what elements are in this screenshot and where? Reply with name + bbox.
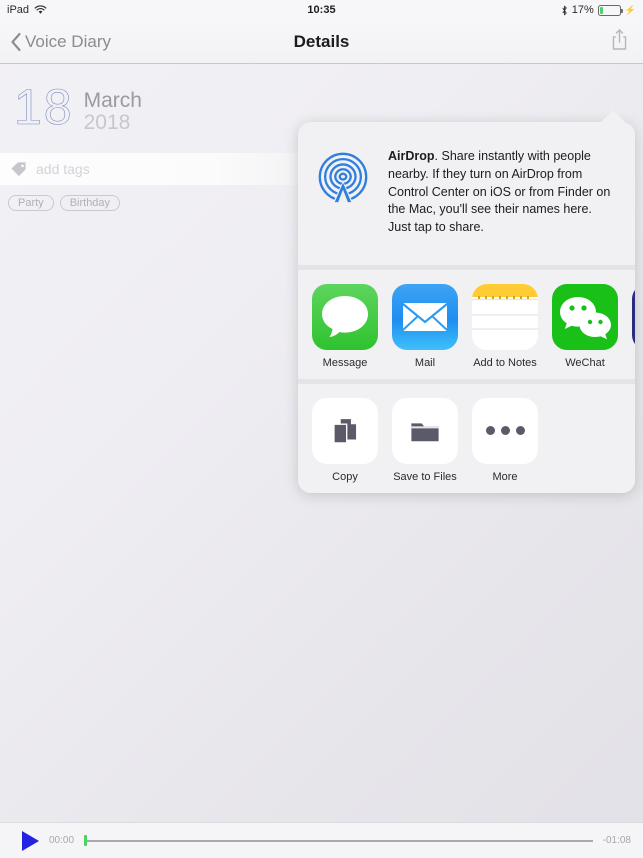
share-actions-section: Copy Save to Files More (298, 383, 635, 493)
date-month-year: March 2018 (83, 89, 142, 135)
cutoff-app-icon (632, 283, 635, 350)
share-app-label: Message (322, 356, 368, 369)
battery-icon (597, 4, 623, 16)
airdrop-section[interactable]: AirDrop. Share instantly with people nea… (298, 122, 635, 265)
share-actions-row: Copy Save to Files More (298, 384, 635, 493)
mail-icon (392, 283, 458, 350)
airdrop-title: AirDrop (388, 149, 435, 163)
date-month: March (83, 89, 142, 112)
lightning-bolt-icon: ⚡ (624, 4, 636, 15)
share-app-item[interactable]: WeChat (552, 283, 618, 369)
share-action-label: More (492, 470, 518, 483)
bluetooth-icon (561, 5, 568, 16)
notes-icon (472, 283, 538, 350)
share-apps-section: Message Mail Add to Notes WeChat (298, 269, 635, 379)
share-sheet-popover: AirDrop. Share instantly with people nea… (298, 122, 635, 493)
back-button[interactable]: Voice Diary (10, 32, 111, 52)
share-app-label: WeChat (565, 356, 605, 369)
share-app-label: Mail (414, 356, 436, 369)
device-name: iPad (7, 4, 30, 16)
share-button[interactable] (606, 26, 633, 58)
share-app-label: Add to Notes (473, 356, 537, 369)
details-content: 18 March 2018 add tags Party Birthday Ai… (0, 64, 643, 822)
status-bar: iPad 10:35 17% ⚡ (0, 0, 643, 20)
status-bar-right: 17% ⚡ (561, 4, 636, 16)
tag-list: Party Birthday (8, 195, 121, 211)
navigation-bar: Voice Diary Details (0, 20, 643, 64)
tag-pill[interactable]: Birthday (59, 195, 121, 211)
scrubber-track (84, 839, 593, 842)
airdrop-description: AirDrop. Share instantly with people nea… (388, 146, 617, 237)
copy-icon (312, 397, 378, 464)
remaining-time-label: -01:08 (602, 835, 631, 846)
share-app-item[interactable]: Mail (392, 283, 458, 369)
battery-percent-label: 17% (571, 4, 594, 16)
add-tags-placeholder: add tags (36, 161, 90, 177)
wifi-icon (34, 5, 47, 15)
share-action-item[interactable]: Copy (312, 397, 378, 483)
current-time-label: 00:00 (49, 835, 75, 846)
message-icon (312, 283, 378, 350)
status-bar-left: iPad (7, 4, 47, 16)
airdrop-icon (314, 148, 372, 206)
add-tags-field[interactable]: add tags (0, 153, 310, 185)
play-icon[interactable] (22, 830, 39, 851)
wechat-icon (552, 283, 618, 350)
share-action-item[interactable]: More (472, 397, 538, 483)
playback-scrubber[interactable] (84, 835, 593, 846)
scrubber-handle[interactable] (84, 835, 88, 846)
share-action-item[interactable]: Save to Files (392, 397, 458, 483)
popover-arrow (600, 110, 626, 123)
share-apps-row: Message Mail Add to Notes WeChat (298, 270, 635, 379)
share-action-label: Save to Files (393, 470, 457, 483)
tag-icon (10, 161, 27, 178)
share-action-label: Copy (332, 470, 358, 483)
date-year: 2018 (83, 111, 131, 135)
chevron-left-icon (10, 32, 22, 52)
status-bar-clock: 10:35 (307, 4, 336, 16)
share-app-item[interactable]: Add to Notes (472, 283, 538, 369)
share-icon (610, 28, 629, 55)
tag-pill[interactable]: Party (8, 195, 54, 211)
record-date: 18 March 2018 (14, 79, 142, 135)
share-app-item[interactable]: Message (312, 283, 378, 369)
audio-player-bar: 00:00 -01:08 (0, 822, 643, 858)
folder-icon (392, 397, 458, 464)
date-day: 18 (14, 79, 74, 135)
more-ellipsis-icon (472, 397, 538, 464)
back-button-label: Voice Diary (25, 31, 111, 51)
share-app-item[interactable] (632, 283, 635, 369)
